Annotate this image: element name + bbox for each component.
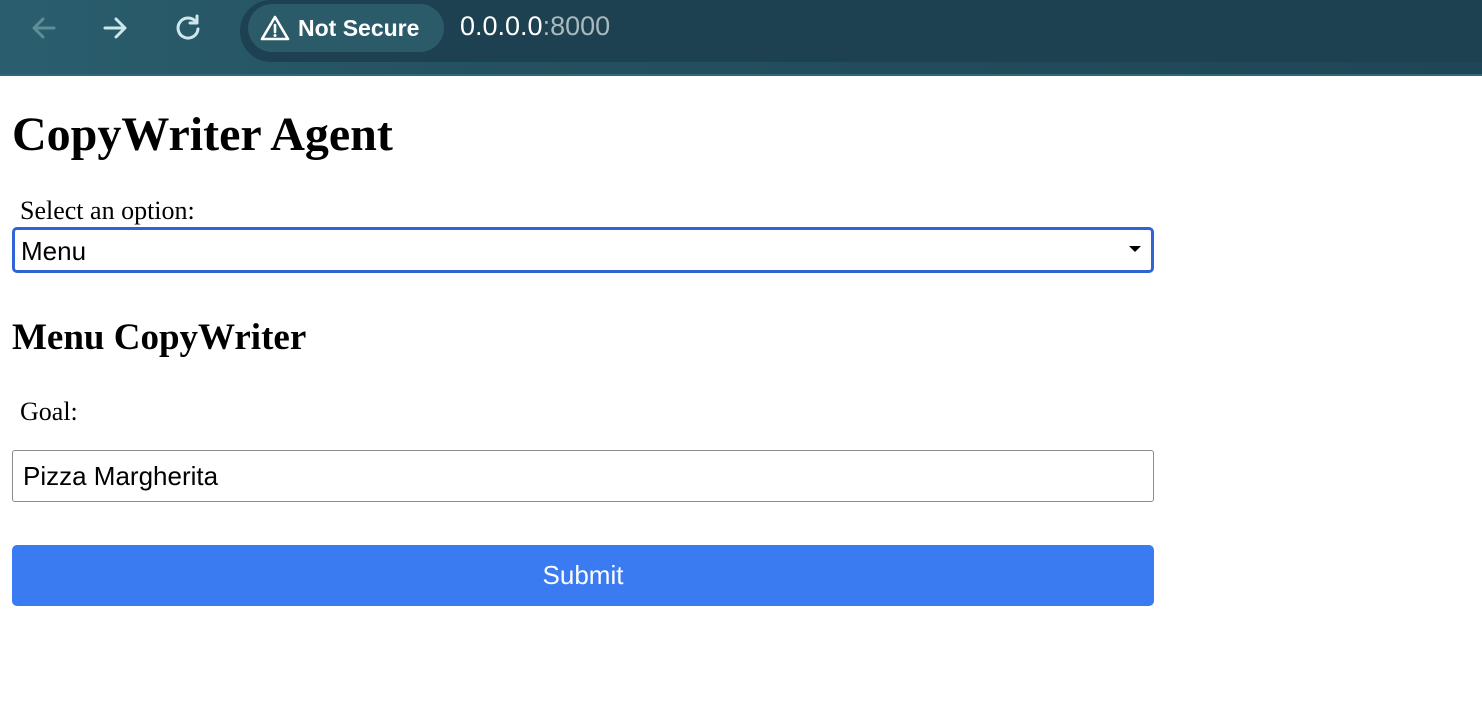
url-port: :8000: [542, 11, 611, 41]
security-label: Not Secure: [298, 14, 420, 41]
page-title: CopyWriter Agent: [12, 108, 393, 161]
select-value: Menu: [21, 236, 87, 266]
back-button[interactable]: [26, 10, 62, 46]
goal-input[interactable]: [12, 450, 1154, 502]
submit-button[interactable]: Submit: [12, 545, 1154, 606]
warning-triangle-icon: [260, 14, 290, 42]
security-indicator[interactable]: Not Secure: [248, 4, 444, 52]
browser-toolbar: Not Secure 0.0.0.0:8000: [0, 0, 1482, 76]
arrow-right-icon: [101, 14, 129, 42]
goal-label: Goal:: [20, 397, 78, 426]
url-text[interactable]: 0.0.0.0:8000: [460, 11, 610, 42]
url-host: 0.0.0.0: [460, 11, 543, 41]
section-title: Menu CopyWriter: [12, 317, 307, 358]
forward-button[interactable]: [97, 10, 133, 46]
chevron-down-icon: [1129, 246, 1141, 252]
reload-icon: [174, 14, 202, 42]
select-label: Select an option:: [20, 196, 195, 225]
reload-button[interactable]: [170, 10, 206, 46]
option-select[interactable]: Menu: [12, 227, 1154, 273]
arrow-left-icon: [30, 14, 58, 42]
